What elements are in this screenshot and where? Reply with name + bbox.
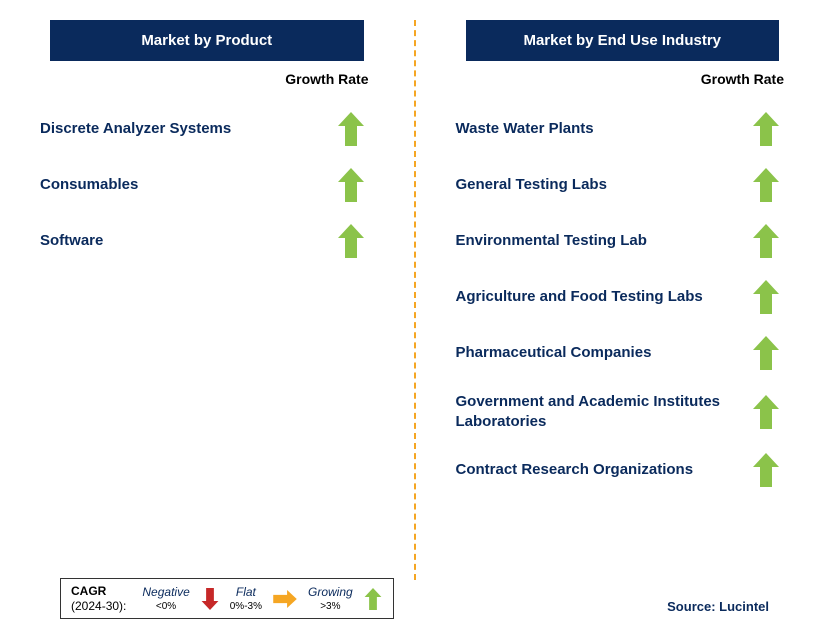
growth-rate-label: Growth Rate xyxy=(456,71,790,87)
arrow-up-icon xyxy=(363,588,383,610)
arrow-up-icon xyxy=(753,168,779,202)
right-column: Market by End Use Industry Growth Rate W… xyxy=(416,20,829,560)
list-item: Pharmaceutical Companies xyxy=(456,336,790,370)
left-list: Discrete Analyzer Systems Consumables Soft… xyxy=(40,112,374,258)
arrow-right-icon xyxy=(272,590,298,608)
arrow-up-icon xyxy=(753,453,779,487)
legend-flat: Flat 0%-3% xyxy=(230,585,262,612)
legend: CAGR (2024-30): Negative <0% Flat 0%-3% … xyxy=(60,578,394,619)
arrow-up-icon xyxy=(338,168,364,202)
arrow-down-icon xyxy=(200,588,220,610)
arrow-up-icon xyxy=(338,112,364,146)
list-item: Agriculture and Food Testing Labs xyxy=(456,280,790,314)
list-item: Government and Academic Institutes Labor… xyxy=(456,392,790,431)
list-item: Environmental Testing Lab xyxy=(456,224,790,258)
legend-cagr: CAGR (2024-30): xyxy=(71,584,126,613)
left-column: Market by Product Growth Rate Discrete A… xyxy=(0,20,414,560)
item-label: Agriculture and Food Testing Labs xyxy=(456,287,703,307)
arrow-up-icon xyxy=(753,112,779,146)
item-label: Pharmaceutical Companies xyxy=(456,343,652,363)
item-label: Discrete Analyzer Systems xyxy=(40,119,231,139)
item-label: Contract Research Organizations xyxy=(456,460,694,480)
item-label: Environmental Testing Lab xyxy=(456,231,647,251)
arrow-up-icon xyxy=(753,336,779,370)
right-header: Market by End Use Industry xyxy=(466,20,780,61)
arrow-up-icon xyxy=(753,224,779,258)
growth-rate-label: Growth Rate xyxy=(40,71,374,87)
arrow-up-icon xyxy=(338,224,364,258)
list-item: Discrete Analyzer Systems xyxy=(40,112,374,146)
right-list: Waste Water Plants General Testing Labs En… xyxy=(456,112,790,487)
list-item: Contract Research Organizations xyxy=(456,453,790,487)
list-item: Consumables xyxy=(40,168,374,202)
left-header: Market by Product xyxy=(50,20,364,61)
item-label: General Testing Labs xyxy=(456,175,607,195)
list-item: General Testing Labs xyxy=(456,168,790,202)
arrow-up-icon xyxy=(753,395,779,429)
legend-negative: Negative <0% xyxy=(142,585,189,612)
item-label: Government and Academic Institutes Labor… xyxy=(456,392,736,431)
list-item: Waste Water Plants xyxy=(456,112,790,146)
item-label: Software xyxy=(40,231,103,251)
item-label: Consumables xyxy=(40,175,138,195)
list-item: Software xyxy=(40,224,374,258)
item-label: Waste Water Plants xyxy=(456,119,594,139)
source-label: Source: Lucintel xyxy=(667,599,769,614)
legend-growing: Growing >3% xyxy=(308,585,353,612)
arrow-up-icon xyxy=(753,280,779,314)
